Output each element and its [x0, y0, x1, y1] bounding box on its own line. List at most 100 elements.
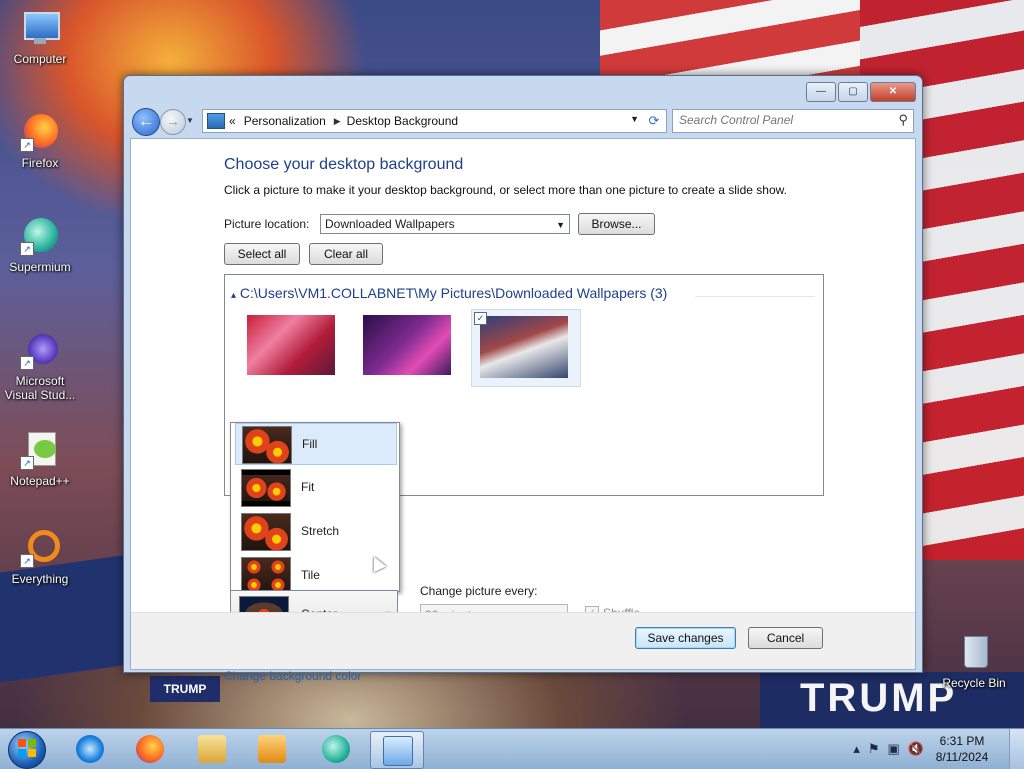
show-desktop-button[interactable]	[1009, 729, 1024, 769]
system-clock[interactable]: 6:31 PM 8/11/2024	[922, 733, 1002, 765]
cancel-button[interactable]: Cancel	[748, 627, 823, 649]
desktop-background-window: — ▢ ✕ ← → ▼ « Personalization ▶ Desktop …	[123, 75, 923, 683]
select-all-button[interactable]: Select all	[224, 243, 300, 265]
control-panel-icon	[207, 113, 225, 129]
position-option-label: Stretch	[301, 524, 340, 538]
refresh-icon[interactable]: ⟳	[642, 109, 667, 133]
position-option-label: Fill	[302, 437, 318, 451]
maximize-button[interactable]: ▢	[838, 82, 868, 102]
fill-preview-icon	[242, 426, 292, 464]
fit-preview-icon	[241, 469, 291, 507]
desktop-icon-label: Firefox	[21, 156, 59, 170]
change-background-color-link[interactable]: Change background color	[224, 669, 361, 683]
back-button[interactable]: ←	[132, 108, 160, 136]
wallpaper-thumbnail-2[interactable]	[363, 315, 451, 375]
desktop-icon-notepadpp[interactable]: ↗ Notepad++	[0, 430, 80, 488]
clock-date: 8/11/2024	[935, 750, 989, 764]
desktop-icon-label: Everything	[11, 572, 69, 586]
desktop-icon-label: Supermium	[9, 260, 71, 274]
taskbar-supermium[interactable]	[310, 731, 362, 767]
firefox-icon: ↗	[20, 112, 60, 152]
position-option-fit[interactable]: Fit	[235, 467, 395, 507]
position-option-label: Fit	[301, 480, 315, 494]
network-icon[interactable]: ▣	[888, 741, 900, 757]
clock-time: 6:31 PM	[939, 734, 985, 748]
shortcut-arrow-icon: ↗	[20, 456, 34, 470]
shortcut-arrow-icon: ↗	[20, 554, 34, 568]
navigation-bar: ← → ▼ « Personalization ▶ Desktop Backgr…	[132, 108, 914, 136]
notepadpp-icon: ↗	[20, 430, 60, 470]
wallpaper-flag-top	[600, 0, 860, 80]
breadcrumb-separator-icon[interactable]: ▶	[334, 116, 341, 127]
folder-path-label: C:\Users\VM1.COLLABNET\My Pictures\Downl…	[239, 285, 668, 301]
desktop-icon-firefox[interactable]: ↗ Firefox	[0, 112, 80, 170]
breadcrumb-personalization[interactable]: Personalization	[244, 114, 326, 128]
wallpaper-thumbnail-3-selected[interactable]: ✓	[471, 309, 581, 387]
position-option-label: Tile	[301, 568, 320, 582]
window-footer: Save changes Cancel	[131, 612, 915, 669]
taskbar-windows-explorer[interactable]	[186, 731, 238, 767]
forward-button[interactable]: →	[160, 109, 186, 135]
show-hidden-icons-icon[interactable]: ▴	[853, 741, 860, 757]
desktop-icon-everything[interactable]: ↗ Everything	[0, 528, 80, 586]
supermium-icon: ↗	[20, 216, 60, 256]
content-pane: Choose your desktop background Click a p…	[130, 138, 916, 683]
picture-location-value: Downloaded Wallpapers	[325, 217, 455, 231]
search-input[interactable]	[673, 110, 885, 130]
search-box[interactable]: ⚲	[672, 109, 914, 133]
page-title: Choose your desktop background	[224, 156, 464, 173]
internet-explorer-icon	[76, 735, 104, 763]
address-bar[interactable]: « Personalization ▶ Desktop Background ▼	[202, 109, 644, 133]
save-changes-button[interactable]: Save changes	[635, 627, 736, 649]
stretch-preview-icon	[241, 513, 291, 551]
taskbar-media-player[interactable]	[246, 731, 298, 767]
desktop-icon-label: Recycle Bin	[942, 676, 1006, 690]
wallpaper-small-banner: TRUMP	[150, 676, 220, 702]
desktop-icon-visual-studio[interactable]: ↗ Microsoft Visual Stud...	[0, 330, 80, 402]
minimize-button[interactable]: —	[806, 82, 836, 102]
collapse-chevron-icon[interactable]: ▴	[231, 290, 236, 301]
address-dropdown-icon[interactable]: ▼	[630, 114, 639, 124]
picture-location-label: Picture location:	[224, 217, 310, 231]
close-button[interactable]: ✕	[870, 82, 916, 102]
media-player-icon	[258, 735, 286, 763]
change-picture-label: Change picture every:	[420, 584, 538, 598]
clear-all-button[interactable]: Clear all	[309, 243, 383, 265]
shortcut-arrow-icon: ↗	[20, 138, 34, 152]
desktop-icon-label: Notepad++	[10, 474, 70, 488]
desktop-icon-computer[interactable]: Computer	[0, 8, 80, 66]
shortcut-arrow-icon: ↗	[20, 356, 34, 370]
control-panel-icon	[383, 736, 413, 766]
computer-icon	[20, 8, 60, 48]
visual-studio-icon: ↗	[20, 330, 60, 370]
recent-pages-dropdown-icon[interactable]: ▼	[186, 116, 194, 125]
shortcut-arrow-icon: ↗	[20, 242, 34, 256]
thumbnail-checkbox-checked-icon[interactable]: ✓	[474, 312, 487, 325]
folder-header-divider	[695, 296, 815, 297]
folder-group-header[interactable]: ▴ C:\Users\VM1.COLLABNET\My Pictures\Dow…	[231, 285, 667, 301]
position-option-stretch[interactable]: Stretch	[235, 511, 395, 551]
desktop-icon-supermium[interactable]: ↗ Supermium	[0, 216, 80, 274]
supermium-icon	[322, 735, 350, 763]
search-icon[interactable]: ⚲	[898, 112, 908, 128]
folder-icon	[198, 735, 226, 763]
wallpaper-thumbnail-3	[480, 316, 568, 378]
recycle-bin-icon	[954, 632, 994, 672]
taskbar-internet-explorer[interactable]	[64, 731, 116, 767]
start-button[interactable]	[2, 729, 50, 769]
window-titlebar[interactable]	[124, 76, 922, 106]
taskbar-control-panel[interactable]	[370, 731, 424, 769]
action-center-flag-icon[interactable]: ⚑	[868, 741, 880, 757]
window-controls: — ▢ ✕	[804, 82, 916, 102]
browse-button[interactable]: Browse...	[578, 213, 655, 235]
desktop-icon-recycle-bin[interactable]: Recycle Bin	[934, 632, 1014, 690]
wallpaper-thumbnail-1[interactable]	[247, 315, 335, 375]
address-overflow-chevron[interactable]: «	[229, 114, 236, 128]
position-option-fill[interactable]: Fill	[235, 423, 397, 465]
firefox-icon	[136, 735, 164, 763]
taskbar-firefox[interactable]	[124, 731, 176, 767]
windows-logo-icon	[8, 731, 46, 769]
desktop-icon-label: Microsoft Visual Stud...	[4, 374, 76, 402]
breadcrumb-desktop-background[interactable]: Desktop Background	[347, 114, 458, 128]
picture-location-select[interactable]: Downloaded Wallpapers ▼	[320, 214, 570, 234]
